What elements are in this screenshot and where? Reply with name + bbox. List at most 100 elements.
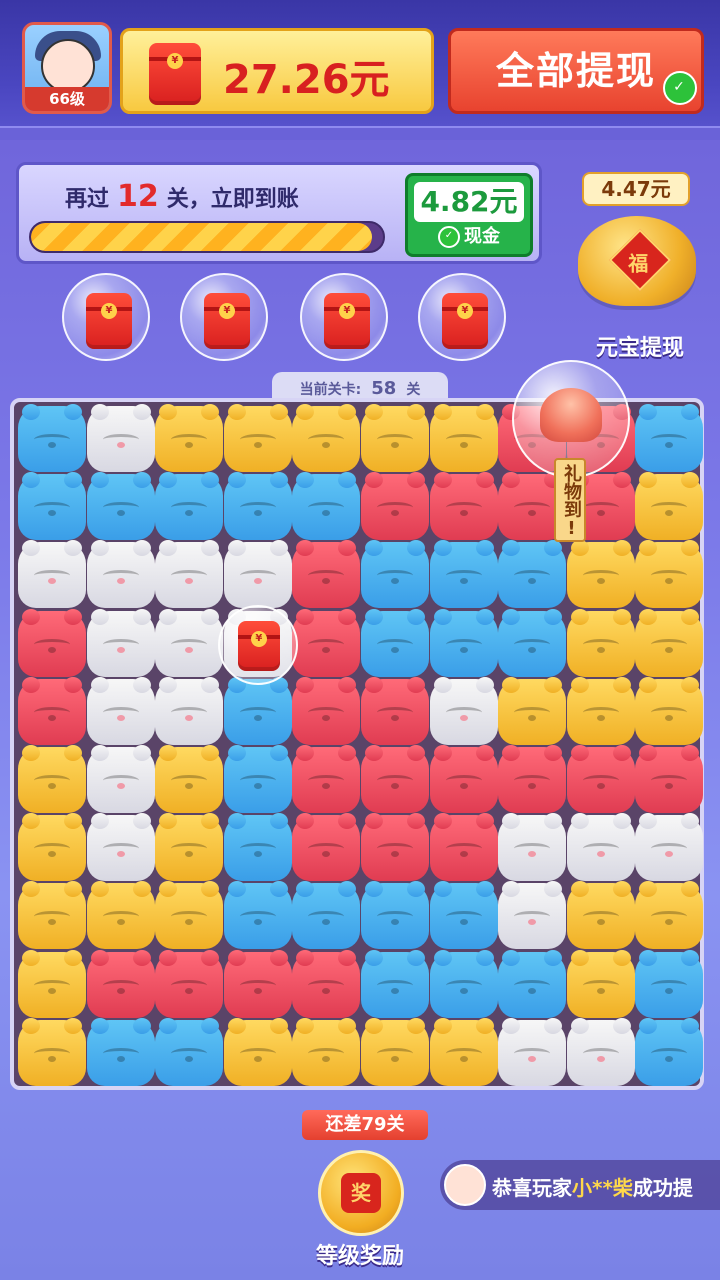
blue-bear-tile[interactable] xyxy=(223,676,292,745)
red-bear-tile[interactable] xyxy=(18,608,86,677)
blue-bear-tile[interactable] xyxy=(223,813,292,882)
blue-bear-tile[interactable] xyxy=(86,472,155,541)
yellow-bear-tile[interactable] xyxy=(18,745,86,813)
yellow-bear-tile[interactable] xyxy=(566,676,635,745)
red-envelope-bubble-3[interactable]: ¥ xyxy=(300,273,388,361)
yellow-bear-tile[interactable] xyxy=(155,813,224,882)
level-reward-button[interactable]: 奖 xyxy=(318,1150,404,1236)
white-bear-tile[interactable] xyxy=(86,608,155,677)
cash-reward-box[interactable]: 4.82元 ✓ 现金 xyxy=(405,173,533,257)
yellow-bear-tile[interactable] xyxy=(635,540,704,609)
blue-bear-tile[interactable] xyxy=(155,472,224,541)
red-envelope-bubble-4[interactable]: ¥ xyxy=(418,273,506,361)
yellow-bear-tile[interactable] xyxy=(18,949,86,1018)
white-bear-tile[interactable] xyxy=(86,745,155,813)
yellow-bear-tile[interactable] xyxy=(361,404,429,472)
yellow-bear-tile[interactable] xyxy=(86,881,155,950)
yellow-bear-tile[interactable] xyxy=(566,608,635,677)
blue-bear-tile[interactable] xyxy=(155,1017,224,1086)
white-bear-tile[interactable] xyxy=(86,676,155,745)
blue-bear-tile[interactable] xyxy=(361,608,429,677)
red-bear-tile[interactable] xyxy=(429,472,498,541)
blue-bear-tile[interactable] xyxy=(635,404,704,472)
yellow-bear-tile[interactable] xyxy=(155,404,224,472)
blue-bear-tile[interactable] xyxy=(18,472,86,541)
red-bear-tile[interactable] xyxy=(292,745,361,813)
red-bear-tile[interactable] xyxy=(566,745,635,813)
blue-bear-tile[interactable] xyxy=(361,881,429,950)
red-bear-tile[interactable] xyxy=(292,813,361,882)
yellow-bear-tile[interactable] xyxy=(18,1017,86,1086)
yellow-bear-tile[interactable] xyxy=(155,881,224,950)
withdraw-all-button[interactable]: 全部提现 ✓ xyxy=(448,28,704,114)
blue-bear-tile[interactable] xyxy=(18,404,86,472)
yellow-bear-tile[interactable] xyxy=(635,608,704,677)
yellow-bear-tile[interactable] xyxy=(18,813,86,882)
red-bear-tile[interactable] xyxy=(155,949,224,1018)
red-envelope-bubble-2[interactable]: ¥ xyxy=(180,273,268,361)
blue-bear-tile[interactable] xyxy=(361,540,429,609)
blue-bear-tile[interactable] xyxy=(292,881,361,950)
blue-bear-tile[interactable] xyxy=(361,949,429,1018)
red-bear-tile[interactable] xyxy=(361,813,429,882)
yellow-bear-tile[interactable] xyxy=(292,1017,361,1086)
white-bear-tile[interactable] xyxy=(86,404,155,472)
white-bear-tile[interactable] xyxy=(18,540,86,609)
red-bear-tile[interactable] xyxy=(292,608,361,677)
white-bear-tile[interactable] xyxy=(429,676,498,745)
yuanbao-withdraw[interactable]: 4.47元 福 元宝提现 xyxy=(570,170,710,361)
blue-bear-tile[interactable] xyxy=(292,472,361,541)
blue-bear-tile[interactable] xyxy=(429,608,498,677)
red-bear-tile[interactable] xyxy=(429,745,498,813)
blue-bear-tile[interactable] xyxy=(223,745,292,813)
yellow-bear-tile[interactable] xyxy=(566,949,635,1018)
blue-bear-tile[interactable] xyxy=(429,881,498,950)
white-bear-tile[interactable] xyxy=(566,1017,635,1086)
red-bear-tile[interactable] xyxy=(292,540,361,609)
yellow-bear-tile[interactable] xyxy=(635,881,704,950)
red-bear-tile[interactable] xyxy=(292,949,361,1018)
white-bear-tile[interactable] xyxy=(155,540,224,609)
yellow-bear-tile[interactable] xyxy=(223,1017,292,1086)
red-bear-tile[interactable] xyxy=(498,745,567,813)
yellow-bear-tile[interactable] xyxy=(429,404,498,472)
yellow-bear-tile[interactable] xyxy=(155,745,224,813)
white-bear-tile[interactable] xyxy=(498,881,567,950)
yellow-bear-tile[interactable] xyxy=(635,472,704,541)
red-bear-tile[interactable] xyxy=(429,813,498,882)
blue-bear-tile[interactable] xyxy=(223,472,292,541)
blue-bear-tile[interactable] xyxy=(429,949,498,1018)
red-bear-tile[interactable] xyxy=(292,676,361,745)
blue-bear-tile[interactable] xyxy=(635,949,704,1018)
red-bear-tile[interactable] xyxy=(223,949,292,1018)
white-bear-tile[interactable] xyxy=(566,813,635,882)
red-bear-tile[interactable] xyxy=(86,949,155,1018)
yellow-bear-tile[interactable] xyxy=(498,676,567,745)
balance-box[interactable]: ¥ 27.26元 xyxy=(120,28,434,114)
red-bear-tile[interactable] xyxy=(361,676,429,745)
white-bear-tile[interactable] xyxy=(498,1017,567,1086)
yellow-bear-tile[interactable] xyxy=(18,881,86,950)
blue-bear-tile[interactable] xyxy=(635,1017,704,1086)
yellow-bear-tile[interactable] xyxy=(566,881,635,950)
board-red-envelope-bubble[interactable]: ¥ xyxy=(217,604,298,685)
red-bear-tile[interactable] xyxy=(18,676,86,745)
yellow-bear-tile[interactable] xyxy=(292,404,361,472)
blue-bear-tile[interactable] xyxy=(223,881,292,950)
white-bear-tile[interactable] xyxy=(635,813,704,882)
white-bear-tile[interactable] xyxy=(155,608,224,677)
blue-bear-tile[interactable] xyxy=(498,608,567,677)
white-bear-tile[interactable] xyxy=(223,540,292,609)
red-bear-tile[interactable] xyxy=(361,745,429,813)
yellow-bear-tile[interactable] xyxy=(223,404,292,472)
red-bear-tile[interactable] xyxy=(361,472,429,541)
blue-bear-tile[interactable] xyxy=(86,1017,155,1086)
white-bear-tile[interactable] xyxy=(155,676,224,745)
yellow-bear-tile[interactable] xyxy=(429,1017,498,1086)
yellow-bear-tile[interactable] xyxy=(635,676,704,745)
blue-bear-tile[interactable] xyxy=(498,540,567,609)
white-bear-tile[interactable] xyxy=(498,813,567,882)
blue-bear-tile[interactable] xyxy=(429,540,498,609)
white-bear-tile[interactable] xyxy=(86,813,155,882)
yellow-bear-tile[interactable] xyxy=(361,1017,429,1086)
